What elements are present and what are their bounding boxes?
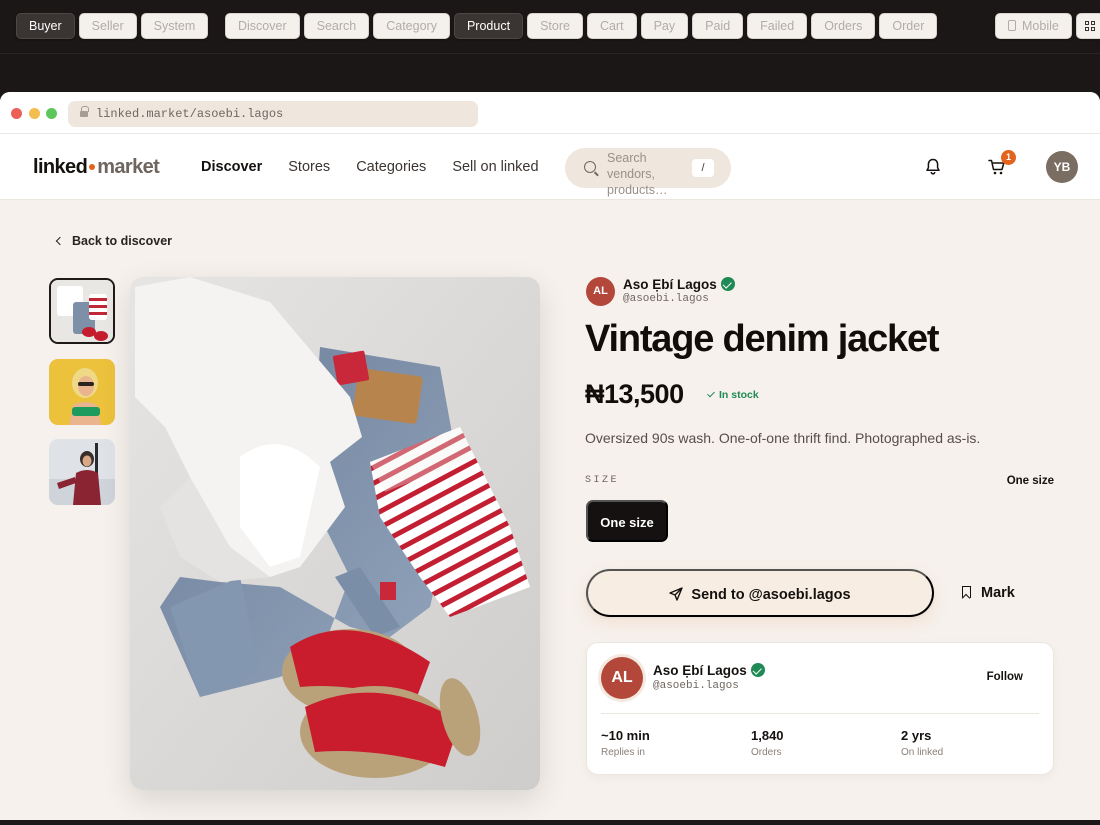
- send-to-store-button[interactable]: Send to @asoebi.lagos: [586, 569, 934, 617]
- send-button-label: Send to @asoebi.lagos: [691, 587, 851, 603]
- check-icon: [707, 389, 715, 398]
- window-minimize-icon[interactable]: [29, 108, 40, 119]
- stat-label: On linked: [901, 747, 944, 758]
- stock-status: In stock: [707, 389, 759, 401]
- flat-lay-thumbnail-image: [51, 280, 113, 342]
- store-card-handle: @asoebi.lagos: [653, 680, 739, 692]
- address-bar[interactable]: linked.market/asoebi.lagos: [68, 101, 478, 127]
- logo-part-b: market: [97, 156, 160, 178]
- bookmark-icon: [962, 586, 971, 598]
- bell-icon[interactable]: [925, 158, 941, 176]
- logo-dot: [89, 164, 96, 170]
- nav-stores[interactable]: Stores: [288, 159, 330, 175]
- browser-window: linked.market/asoebi.lagos linked market …: [0, 92, 1100, 820]
- verified-check-icon: [750, 663, 765, 677]
- store-card-avatar[interactable]: AL: [601, 657, 643, 699]
- site-logo[interactable]: linked market: [33, 156, 160, 179]
- device-group: Mobile: [995, 13, 1100, 40]
- product-thumbnail-3[interactable]: [49, 439, 115, 505]
- phone-icon: [1008, 20, 1016, 31]
- size-label: SIZE: [585, 475, 620, 486]
- screen-tab-search[interactable]: Search: [303, 13, 370, 39]
- stat-reply-time: ~10 min Replies in: [601, 728, 650, 758]
- nav-categories[interactable]: Categories: [356, 159, 426, 175]
- mode-tab-group: Buyer Seller System: [16, 13, 209, 40]
- screen-tab-discover[interactable]: Discover: [225, 13, 300, 39]
- store-card-name[interactable]: Aso Ẹbí Lagos: [653, 663, 765, 678]
- verified-check-icon: [720, 277, 735, 291]
- main-nav: Discover Stores Categories Sell on linke…: [201, 159, 539, 175]
- stat-label: Orders: [751, 747, 782, 758]
- screen-tab-order[interactable]: Order: [879, 13, 938, 39]
- screen-tab-store[interactable]: Store: [527, 13, 583, 39]
- prototype-control-bar: Buyer Seller System Discover Search Cate…: [0, 0, 1100, 54]
- address-url: linked.market/asoebi.lagos: [96, 107, 284, 121]
- card-divider: [601, 713, 1039, 714]
- browser-chrome: linked.market/asoebi.lagos: [0, 92, 1100, 134]
- device-grid-button[interactable]: [1075, 13, 1100, 39]
- screen-tab-cart[interactable]: Cart: [586, 13, 637, 39]
- product-thumbnail-2[interactable]: [49, 359, 115, 425]
- back-to-discover-link[interactable]: Back to discover: [55, 234, 173, 248]
- nav-sell-on-linked[interactable]: Sell on linked: [452, 159, 538, 175]
- product-description: Oversized 90s wash. One-of-one thrift fi…: [585, 430, 981, 446]
- product-thumbnail-1[interactable]: [49, 278, 115, 344]
- screen-tab-group: Discover Search Category Product Store C…: [225, 13, 938, 40]
- site-header: linked market Discover Stores Categories …: [0, 134, 1100, 200]
- screen-tab-failed[interactable]: Failed: [747, 13, 808, 39]
- search-box[interactable]: Search vendors, products… /: [565, 148, 731, 197]
- stat-orders: 1,840 Orders: [751, 728, 784, 758]
- store-name[interactable]: Aso Ẹbí Lagos: [623, 277, 735, 292]
- store-card-name-text: Aso Ẹbí Lagos: [653, 663, 747, 678]
- store-handle: @asoebi.lagos: [623, 293, 709, 305]
- stat-value: ~10 min: [601, 728, 650, 743]
- screen-tab-pay[interactable]: Pay: [640, 13, 689, 39]
- size-selected-value: One size: [1006, 475, 1054, 487]
- window-zoom-icon[interactable]: [46, 108, 57, 119]
- lock-icon: [80, 106, 89, 118]
- mode-tab-system[interactable]: System: [140, 13, 209, 39]
- store-name-text: Aso Ẹbí Lagos: [623, 277, 717, 292]
- screen-tab-orders[interactable]: Orders: [811, 13, 876, 39]
- search-placeholder: Search vendors, products…: [607, 151, 668, 197]
- window-close-icon[interactable]: [11, 108, 22, 119]
- grid-icon: [1084, 21, 1095, 31]
- model-street-thumbnail-image: [49, 439, 115, 505]
- product-main-image[interactable]: [130, 277, 540, 790]
- screen-tab-product[interactable]: Product: [453, 13, 524, 39]
- mode-tab-buyer[interactable]: Buyer: [16, 13, 75, 39]
- store-avatar[interactable]: AL: [586, 277, 615, 306]
- screen-tab-category[interactable]: Category: [373, 13, 450, 39]
- store-card: AL Aso Ẹbí Lagos @asoebi.lagos Follow ~1…: [586, 642, 1054, 775]
- mark-button-label: Mark: [981, 585, 1015, 601]
- stock-status-text: In stock: [719, 389, 759, 401]
- stat-value: 2 yrs: [901, 728, 932, 743]
- mode-tab-seller[interactable]: Seller: [78, 13, 137, 39]
- size-option-one-size[interactable]: One size: [586, 500, 668, 542]
- logo-part-a: linked: [33, 156, 88, 178]
- product-title: Vintage denim jacket: [585, 318, 940, 360]
- flat-lay-photo: [130, 277, 540, 790]
- nav-discover[interactable]: Discover: [201, 159, 262, 175]
- back-label: Back to discover: [72, 234, 173, 248]
- device-mobile-button[interactable]: Mobile: [995, 13, 1072, 39]
- model-yellow-thumbnail-image: [49, 359, 115, 425]
- stat-value: 1,840: [751, 728, 784, 743]
- mark-button[interactable]: Mark: [962, 569, 1015, 617]
- search-icon: [584, 161, 596, 173]
- send-icon: [669, 587, 684, 601]
- screen-tab-paid[interactable]: Paid: [692, 13, 744, 39]
- product-price: ₦13,500: [585, 379, 684, 409]
- search-shortcut-key: /: [692, 159, 714, 177]
- stat-label: Replies in: [601, 747, 645, 758]
- stat-tenure: 2 yrs On linked: [901, 728, 943, 758]
- user-avatar[interactable]: YB: [1046, 151, 1078, 183]
- cart-count-badge: 1: [1001, 150, 1016, 165]
- device-mobile-label: Mobile: [1022, 19, 1059, 33]
- chevron-left-icon: [55, 236, 65, 246]
- follow-button[interactable]: Follow: [987, 671, 1023, 683]
